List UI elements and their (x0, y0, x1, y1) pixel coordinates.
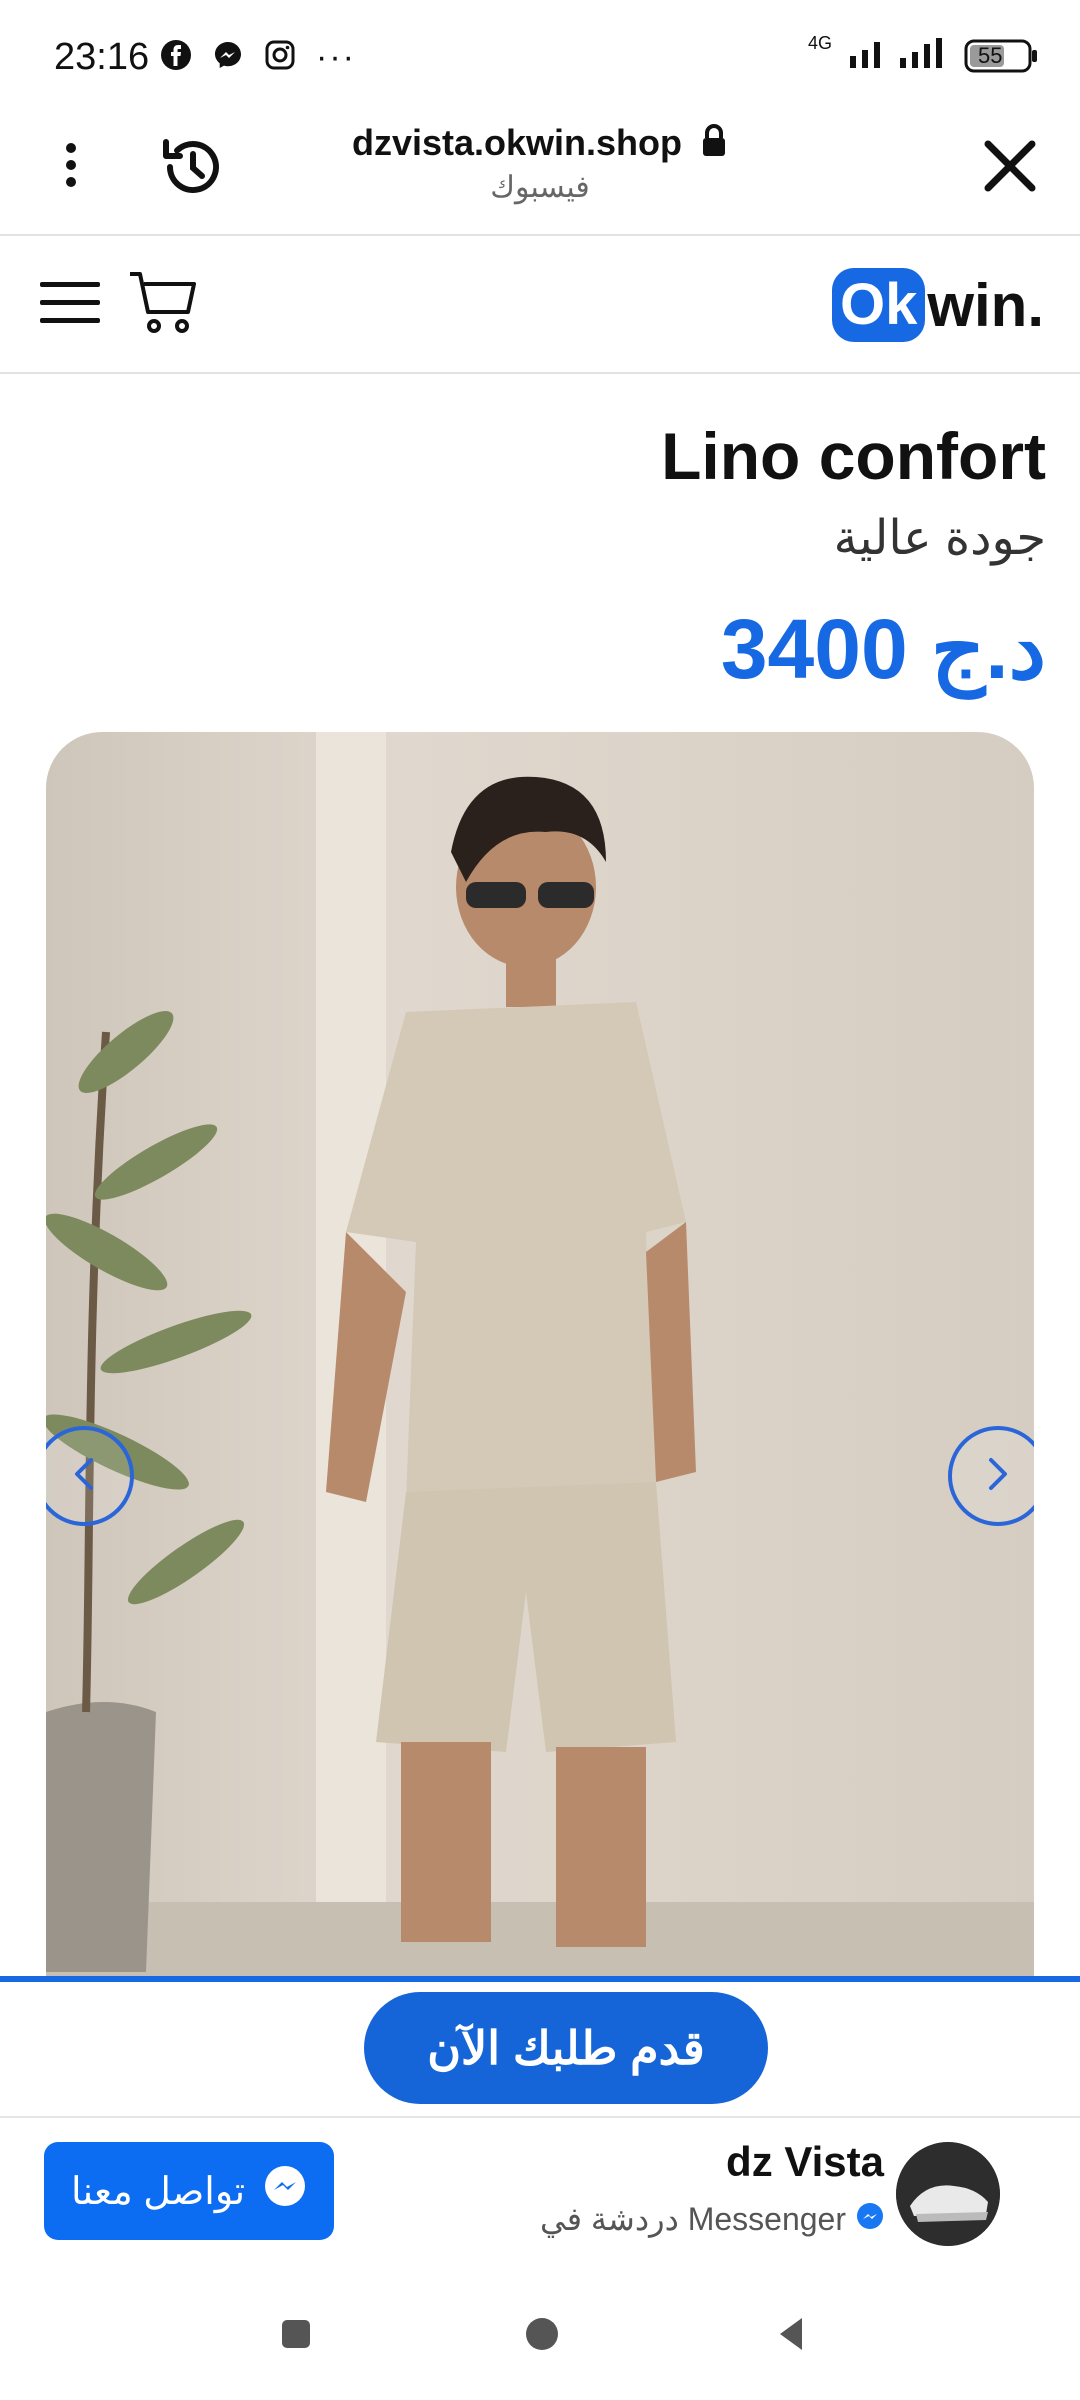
recent-apps-icon[interactable] (280, 2318, 312, 2350)
more-icon: ··· (316, 38, 356, 76)
product-price: 3400 د.ج (720, 602, 1046, 696)
logo-win: win. (927, 271, 1044, 339)
url-host[interactable]: dzvista.okwin.shop (0, 122, 1080, 167)
status-time: 23:16 (54, 36, 150, 78)
chevron-right-icon (983, 1454, 1013, 1499)
home-icon[interactable] (524, 2316, 560, 2352)
product-subtitle: جودة عالية (833, 512, 1046, 565)
avatar[interactable] (896, 2142, 1000, 2246)
page-name: dz Vista (726, 2138, 884, 2185)
lock-icon (700, 124, 728, 167)
messenger-icon (263, 2164, 307, 2218)
instagram-icon (264, 39, 296, 76)
close-icon[interactable] (982, 138, 1038, 194)
messenger-status-text: دردشة في Messenger (540, 2201, 846, 2237)
site-logo[interactable]: Ok win. (831, 264, 1044, 346)
status-bar: 23:16 ··· 4G 55 (0, 0, 1080, 110)
logo-ok: Ok (831, 268, 926, 342)
messenger-status: دردشة في Messenger (540, 2200, 884, 2238)
chevron-left-icon (69, 1454, 99, 1499)
system-status: 4G 55 (807, 33, 1040, 75)
battery-level: 55 (978, 42, 1003, 68)
messenger-badge-icon (856, 2201, 884, 2238)
product-photo (46, 732, 1034, 1976)
back-icon[interactable] (776, 2316, 806, 2352)
network-label: 4G (807, 33, 832, 53)
url-host-text: dzvista.okwin.shop (351, 122, 683, 163)
contact-us-label: تواصل معنا (70, 2170, 246, 2213)
messenger-icon (212, 39, 244, 76)
url-subtitle: فيسبوك (490, 171, 590, 204)
contact-us-button[interactable]: تواصل معنا (44, 2142, 334, 2240)
order-now-button[interactable]: قدم طلبك الآن (364, 1992, 768, 2104)
battery-icon: 55 (964, 39, 1040, 73)
facebook-icon (160, 39, 192, 76)
cart-icon[interactable] (128, 270, 198, 336)
product-image[interactable] (46, 732, 1034, 1976)
signal-icon (848, 36, 948, 75)
hamburger-icon[interactable] (40, 280, 102, 326)
product-title: Lino confort (661, 419, 1046, 493)
notification-icons: ··· (160, 38, 356, 77)
